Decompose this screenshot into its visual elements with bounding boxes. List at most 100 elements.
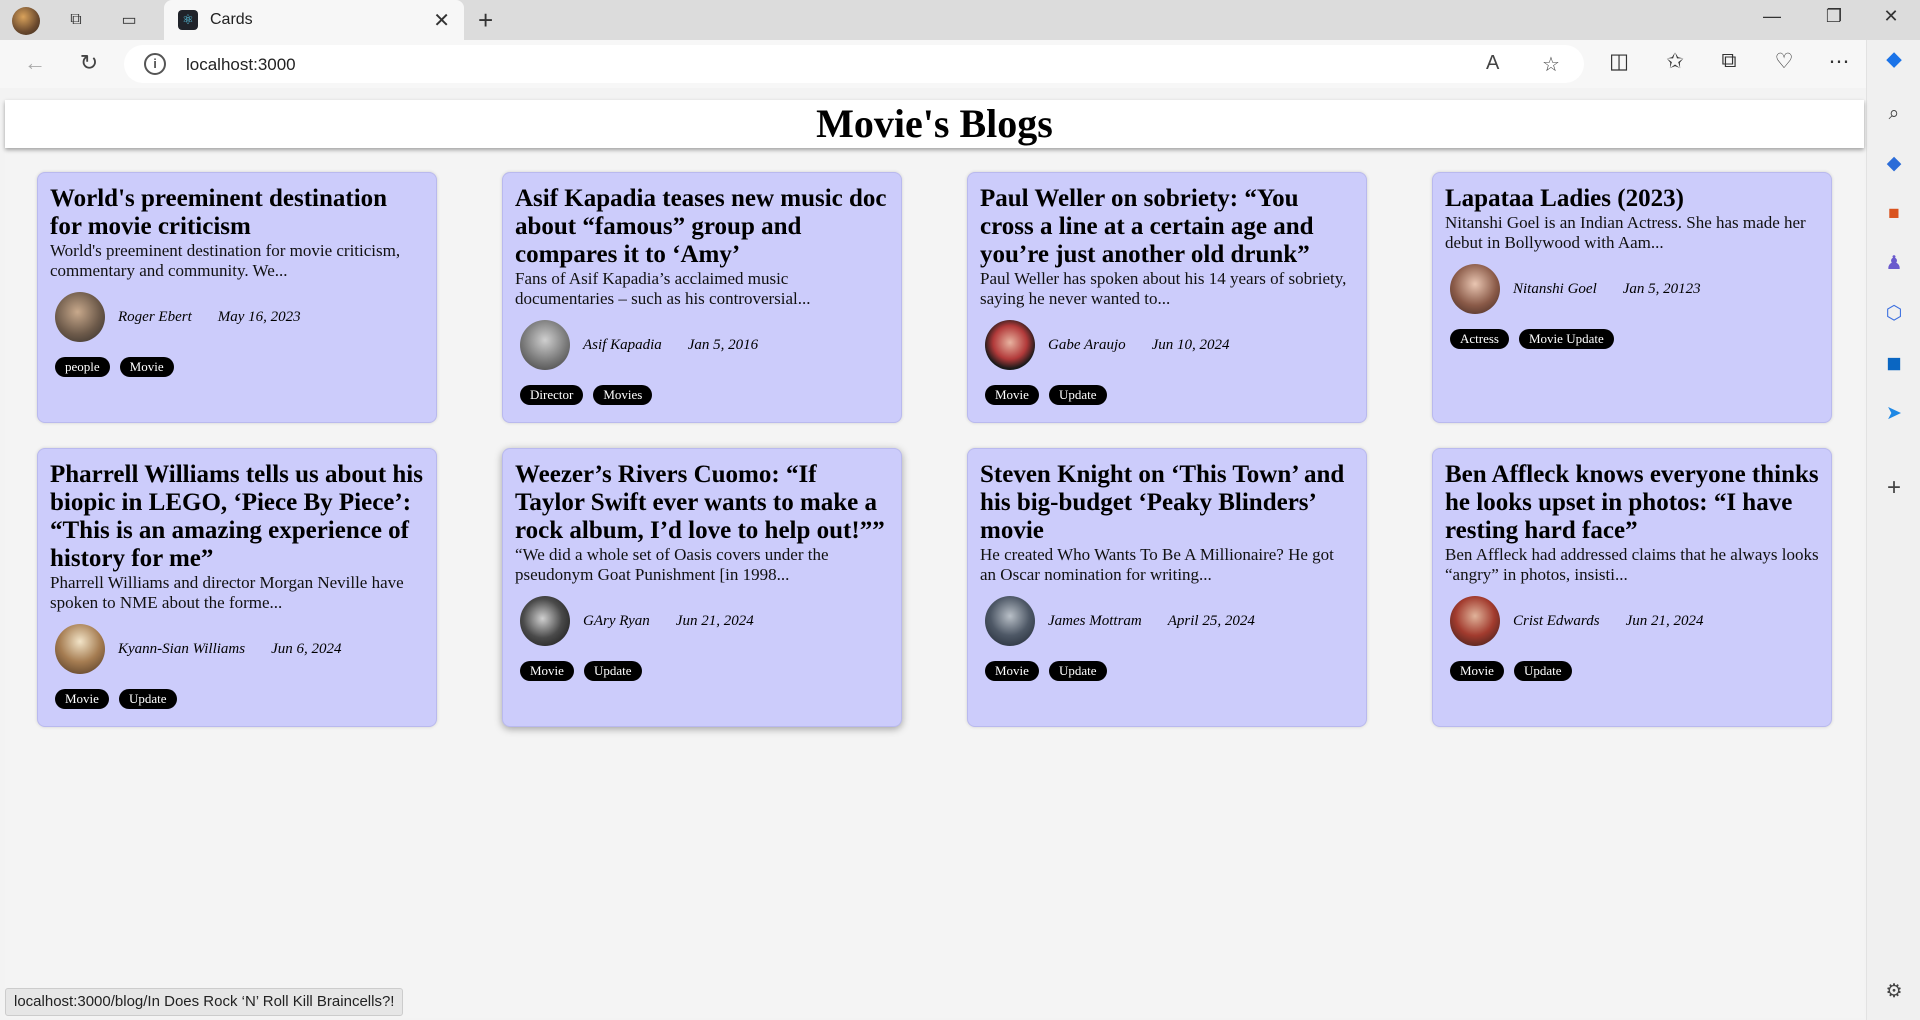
card-title: Asif Kapadia teases new music doc about …: [515, 185, 887, 268]
back-icon[interactable]: ←: [20, 50, 50, 76]
tab-cards[interactable]: ⚛ Cards ✕: [164, 0, 464, 40]
tag[interactable]: Update: [118, 689, 177, 709]
post-date: Jun 10, 2024: [1151, 336, 1230, 353]
split-screen-icon[interactable]: ◫: [1604, 49, 1634, 74]
refresh-icon[interactable]: ↻: [74, 50, 104, 76]
address-bar[interactable]: i localhost:3000 A ☆: [124, 45, 1584, 83]
avatar: [1450, 596, 1500, 646]
tag[interactable]: Actress: [1450, 329, 1509, 349]
card-author: James Mottram April 25, 2024: [980, 595, 1354, 647]
workspaces-icon[interactable]: ⧉: [64, 8, 88, 32]
tag-list: people Movie: [55, 357, 424, 377]
outlook-icon[interactable]: ◼: [1882, 352, 1906, 376]
status-bar-url: localhost:3000/blog/In Does Rock ‘N’ Rol…: [5, 988, 404, 1016]
card-excerpt: Ben Affleck had addressed claims that he…: [1445, 545, 1819, 584]
info-icon[interactable]: i: [144, 53, 166, 75]
tag-list: Movie Update: [520, 661, 889, 681]
add-sidebar-app-icon[interactable]: +: [1882, 476, 1906, 500]
blog-card[interactable]: Asif Kapadia teases new music doc about …: [502, 172, 902, 423]
author-name: Roger Ebert: [118, 308, 192, 325]
card-title: Lapataa Ladies (2023): [1445, 185, 1684, 212]
tag[interactable]: Movie: [520, 661, 574, 681]
card-author: Nitanshi Goel Jan 5, 20123: [1445, 263, 1819, 315]
search-icon[interactable]: ⌕: [1882, 102, 1906, 126]
tag[interactable]: Movie: [985, 661, 1039, 681]
react-favicon-icon: ⚛: [178, 10, 198, 30]
author-name: Crist Edwards: [1513, 612, 1600, 629]
card-author: Kyann-Sian Williams Jun 6, 2024: [50, 623, 424, 675]
tag[interactable]: Movie: [119, 357, 174, 377]
web-page: Movie's Blogs World's preeminent destina…: [5, 100, 1864, 1018]
read-aloud-icon[interactable]: A: [1486, 52, 1499, 75]
card-excerpt: Fans of Asif Kapadia’s acclaimed music d…: [515, 269, 811, 308]
blog-card[interactable]: Steven Knight on ‘This Town’ and his big…: [967, 448, 1367, 727]
post-date: Jan 5, 20123: [1622, 280, 1701, 297]
tag[interactable]: Update: [583, 661, 642, 681]
blog-card[interactable]: Lapataa Ladies (2023) Nitanshi Goel is a…: [1432, 172, 1832, 423]
card-title: Weezer’s Rivers Cuomo: “If Taylor Swift …: [515, 461, 885, 544]
new-tab-icon[interactable]: +: [478, 5, 493, 36]
avatar: [55, 292, 105, 342]
tag[interactable]: Update: [1513, 661, 1572, 681]
browser-essentials-icon[interactable]: ♡: [1769, 49, 1799, 74]
microsoft365-icon[interactable]: ⬡: [1882, 302, 1906, 326]
card-title: Ben Affleck knows everyone thinks he loo…: [1445, 461, 1819, 544]
tag[interactable]: Update: [1048, 661, 1107, 681]
shopping-tag-icon[interactable]: ◆: [1882, 152, 1906, 176]
blog-card[interactable]: Ben Affleck knows everyone thinks he loo…: [1432, 448, 1832, 727]
author-name: Nitanshi Goel: [1513, 280, 1597, 297]
tag[interactable]: Movie: [985, 385, 1039, 405]
copilot-icon[interactable]: ◆: [1882, 48, 1906, 72]
avatar: [1450, 264, 1500, 314]
post-date: Jan 5, 2016: [687, 336, 759, 353]
address-url[interactable]: localhost:3000: [186, 55, 296, 75]
edge-sidebar: ◆ ⌕ ◆ ■ ♟ ⬡ ◼ ➤ + ⚙: [1866, 40, 1920, 1020]
author-name: Asif Kapadia: [583, 336, 662, 353]
close-window-icon[interactable]: ✕: [1876, 6, 1906, 27]
tag[interactable]: Update: [1048, 385, 1107, 405]
card-excerpt: Paul Weller has spoken about his 14 year…: [980, 269, 1347, 308]
vertical-tabs-icon[interactable]: ▭: [117, 8, 141, 32]
post-date: April 25, 2024: [1167, 612, 1255, 629]
blog-card[interactable]: World's preeminent destination for movie…: [37, 172, 437, 423]
post-date: May 16, 2023: [217, 308, 301, 325]
card-author: Roger Ebert May 16, 2023: [50, 291, 424, 343]
restore-icon[interactable]: ❐: [1819, 6, 1849, 27]
tag[interactable]: Movies: [593, 385, 653, 405]
tag[interactable]: Director: [520, 385, 584, 405]
tag[interactable]: Movie: [1450, 661, 1504, 681]
profile-avatar[interactable]: [12, 7, 40, 35]
send-icon[interactable]: ➤: [1882, 402, 1906, 426]
avatar: [985, 320, 1035, 370]
tag-list: Movie Update: [55, 689, 424, 709]
games-icon[interactable]: ♟: [1882, 252, 1906, 276]
settings-gear-icon[interactable]: ⚙: [1882, 980, 1906, 1004]
favorite-star-icon[interactable]: ☆: [1542, 52, 1560, 77]
card-excerpt: He created Who Wants To Be A Millionaire…: [980, 545, 1334, 584]
post-date: Jun 21, 2024: [1625, 612, 1704, 629]
tag[interactable]: Movie: [55, 689, 109, 709]
blog-card[interactable]: Pharrell Williams tells us about his bio…: [37, 448, 437, 727]
navigation-bar: ← ↻ i localhost:3000 A ☆ ◫ ✩ ⧉ ♡ ⋯: [0, 40, 1920, 88]
card-title: Paul Weller on sobriety: “You cross a li…: [980, 185, 1314, 268]
favorites-icon[interactable]: ✩: [1660, 49, 1690, 74]
card-excerpt: Pharrell Williams and director Morgan Ne…: [50, 573, 404, 612]
avatar: [55, 624, 105, 674]
minimize-icon[interactable]: —: [1757, 6, 1787, 27]
blog-card[interactable]: Weezer’s Rivers Cuomo: “If Taylor Swift …: [502, 448, 902, 727]
collections-icon[interactable]: ⧉: [1714, 49, 1744, 73]
avatar: [520, 596, 570, 646]
blog-card[interactable]: Paul Weller on sobriety: “You cross a li…: [967, 172, 1367, 423]
tag[interactable]: people: [55, 357, 110, 377]
tag-list: Movie Update: [985, 385, 1354, 405]
tag-list: Movie Update: [1450, 661, 1819, 681]
more-menu-icon[interactable]: ⋯: [1824, 49, 1854, 74]
card-title: World's preeminent destination for movie…: [50, 185, 388, 240]
author-name: Gabe Araujo: [1048, 336, 1126, 353]
tools-icon[interactable]: ■: [1882, 202, 1906, 226]
close-tab-icon[interactable]: ✕: [433, 8, 450, 33]
page-header: Movie's Blogs: [5, 100, 1864, 148]
avatar: [520, 320, 570, 370]
tag[interactable]: Movie Update: [1519, 329, 1614, 349]
author-name: James Mottram: [1048, 612, 1142, 629]
